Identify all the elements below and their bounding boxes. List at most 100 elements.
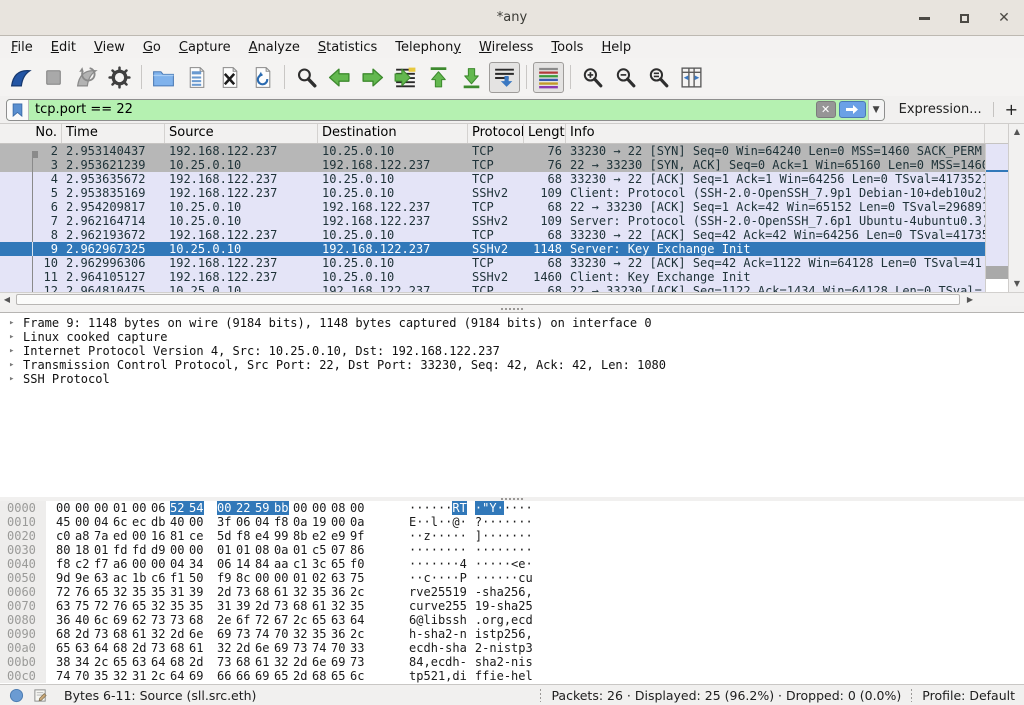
menu-capture[interactable]: Capture — [170, 40, 240, 55]
open-file-icon[interactable] — [148, 62, 179, 93]
zoom-in-icon[interactable] — [577, 62, 608, 93]
hex-row[interactable]: 00509d9e63ac1bc6f150f98c000001026375··c·… — [0, 571, 1024, 585]
hex-row[interactable]: 00000000000100065254002259bb00000800····… — [0, 501, 1024, 515]
menu-view[interactable]: View — [85, 40, 134, 55]
filter-history-dropdown-icon[interactable]: ▼ — [868, 100, 884, 120]
go-first-icon[interactable] — [423, 62, 454, 93]
column-header-length[interactable]: Length — [524, 124, 566, 143]
hscrollbar-thumb[interactable] — [16, 294, 960, 305]
capture-options-icon[interactable] — [104, 62, 135, 93]
column-header-no[interactable]: No. — [0, 124, 62, 143]
packet-row[interactable]: 92.96296732510.25.0.10192.168.122.237SSH… — [0, 242, 985, 256]
hex-row[interactable]: 00104500046cecdb40003f0604f80a19000aE··l… — [0, 515, 1024, 529]
go-back-icon[interactable] — [324, 62, 355, 93]
zoom-reset-icon[interactable] — [643, 62, 674, 93]
packet-row[interactable]: 82.962193672192.168.122.23710.25.0.10TCP… — [0, 228, 985, 242]
packet-list-hscrollbar[interactable]: ◀ ▶ — [0, 292, 1024, 306]
column-header-destination[interactable]: Destination — [318, 124, 468, 143]
restart-capture-icon[interactable] — [71, 62, 102, 93]
hex-row[interactable]: 008036406c69627373682e6f72672c6563646@li… — [0, 613, 1024, 627]
start-capture-icon[interactable] — [5, 62, 36, 93]
save-file-icon[interactable] — [181, 62, 212, 93]
packet-row[interactable]: 32.95362123910.25.0.10192.168.122.237TCP… — [0, 158, 985, 172]
scroll-up-icon[interactable]: ▲ — [1009, 124, 1024, 140]
close-file-icon[interactable] — [214, 62, 245, 93]
filter-clear-icon[interactable]: ✕ — [816, 101, 836, 118]
expand-arrow-icon[interactable]: ▸ — [9, 372, 14, 386]
expand-arrow-icon[interactable]: ▸ — [9, 330, 14, 344]
resize-columns-icon[interactable] — [676, 62, 707, 93]
auto-scroll-icon[interactable] — [489, 62, 520, 93]
scroll-down-icon[interactable]: ▼ — [1009, 276, 1024, 292]
menu-edit[interactable]: Edit — [42, 40, 85, 55]
hex-row[interactable]: 0040f8c2f7a600000434061484aac13c65f0····… — [0, 557, 1024, 571]
packet-row[interactable]: 72.96216471410.25.0.10192.168.122.237SSH… — [0, 214, 985, 228]
detail-tree-row[interactable]: ▸SSH Protocol — [0, 372, 1024, 386]
detail-tree-row[interactable]: ▸Frame 9: 1148 bytes on wire (9184 bits)… — [0, 316, 1024, 330]
filter-apply-icon[interactable] — [839, 101, 866, 118]
packet-list-header: No.TimeSourceDestinationProtocolLengthIn… — [0, 124, 1008, 144]
zoom-out-icon[interactable] — [610, 62, 641, 93]
wireshark-window: *any ✕ FileEditViewGoCaptureAnalyzeStati… — [0, 0, 1024, 705]
packet-row[interactable]: 102.962996306192.168.122.23710.25.0.10TC… — [0, 256, 985, 270]
packet-row[interactable]: 112.964105127192.168.122.23710.25.0.10SS… — [0, 270, 985, 284]
stop-capture-icon[interactable] — [38, 62, 69, 93]
detail-tree-row[interactable]: ▸Transmission Control Protocol, Src Port… — [0, 358, 1024, 372]
display-filter-input[interactable] — [29, 102, 816, 117]
column-header-time[interactable]: Time — [62, 124, 165, 143]
maximize-button[interactable] — [956, 10, 972, 26]
menu-telephony[interactable]: Telephony — [386, 40, 470, 55]
menu-tools[interactable]: Tools — [542, 40, 592, 55]
expand-arrow-icon[interactable]: ▸ — [9, 358, 14, 372]
go-forward-icon[interactable] — [357, 62, 388, 93]
column-header-protocol[interactable]: Protocol — [468, 124, 524, 143]
hex-row[interactable]: 006072766532353531392d7368613235362crve2… — [0, 585, 1024, 599]
detail-tree-row[interactable]: ▸Linux cooked capture — [0, 330, 1024, 344]
menu-analyze[interactable]: Analyze — [240, 40, 309, 55]
hex-row[interactable]: 0020c0a87aed001681ce5df8e4998be2e99f··z·… — [0, 529, 1024, 543]
minimize-button[interactable] — [916, 10, 932, 26]
colorize-icon[interactable] — [533, 62, 564, 93]
packet-row[interactable]: 22.953140437192.168.122.23710.25.0.10TCP… — [0, 144, 985, 158]
menu-statistics[interactable]: Statistics — [309, 40, 386, 55]
column-header-info[interactable]: Info — [566, 124, 985, 143]
go-to-packet-icon[interactable] — [390, 62, 421, 93]
packet-row[interactable]: 52.953835169192.168.122.23710.25.0.10SSH… — [0, 186, 985, 200]
menu-file[interactable]: File — [2, 40, 42, 55]
status-profile[interactable]: Profile: Default — [922, 688, 1015, 703]
detail-tree-row[interactable]: ▸Internet Protocol Version 4, Src: 10.25… — [0, 344, 1024, 358]
packet-row[interactable]: 122.96481047510.25.0.10192.168.122.237TC… — [0, 284, 985, 292]
packet-details-pane: ▸Frame 9: 1148 bytes on wire (9184 bits)… — [0, 312, 1024, 497]
filter-bookmark-icon[interactable] — [7, 100, 29, 120]
related-packet-marker — [32, 186, 33, 200]
menu-help[interactable]: Help — [592, 40, 640, 55]
hex-row[interactable]: 00c074703532312c6469666669652d68656ctp52… — [0, 669, 1024, 683]
scroll-left-icon[interactable]: ◀ — [0, 293, 14, 307]
hex-row[interactable]: 0090682d736861322d6e697374703235362ch-sh… — [0, 627, 1024, 641]
hex-row[interactable]: 0070637572766532353531392d7368613235curv… — [0, 599, 1024, 613]
expand-arrow-icon[interactable]: ▸ — [9, 344, 14, 358]
reload-file-icon[interactable] — [247, 62, 278, 93]
add-filter-button-icon[interactable]: + — [1005, 100, 1018, 119]
hex-offset: 0030 — [0, 543, 46, 557]
go-last-icon[interactable] — [456, 62, 487, 93]
close-button[interactable]: ✕ — [996, 10, 1012, 26]
expression-button[interactable]: Expression... — [899, 102, 982, 117]
intelligent-scrollbar[interactable] — [985, 144, 1008, 292]
hex-offset: 00c0 — [0, 669, 46, 683]
hex-row[interactable]: 00b038342c656364682d736861322d6e697384,e… — [0, 655, 1024, 669]
hex-row[interactable]: 00a0656364682d736861322d6e6973747033ecdh… — [0, 641, 1024, 655]
expert-info-icon[interactable] — [9, 688, 24, 703]
expand-arrow-icon[interactable]: ▸ — [9, 316, 14, 330]
packet-row[interactable]: 42.953635672192.168.122.23710.25.0.10TCP… — [0, 172, 985, 186]
hex-row[interactable]: 0030801801fdfdd900000101080a01c50786····… — [0, 543, 1024, 557]
scroll-right-icon[interactable]: ▶ — [963, 293, 977, 307]
packet-row[interactable]: 62.95420981710.25.0.10192.168.122.237TCP… — [0, 200, 985, 214]
menu-go[interactable]: Go — [134, 40, 170, 55]
related-packet-marker — [32, 214, 33, 228]
capture-comment-icon[interactable] — [33, 688, 48, 703]
packet-list-vscrollbar[interactable]: ▲ ▼ — [1008, 124, 1024, 292]
find-packet-icon[interactable] — [291, 62, 322, 93]
column-header-source[interactable]: Source — [165, 124, 318, 143]
menu-wireless[interactable]: Wireless — [470, 40, 542, 55]
